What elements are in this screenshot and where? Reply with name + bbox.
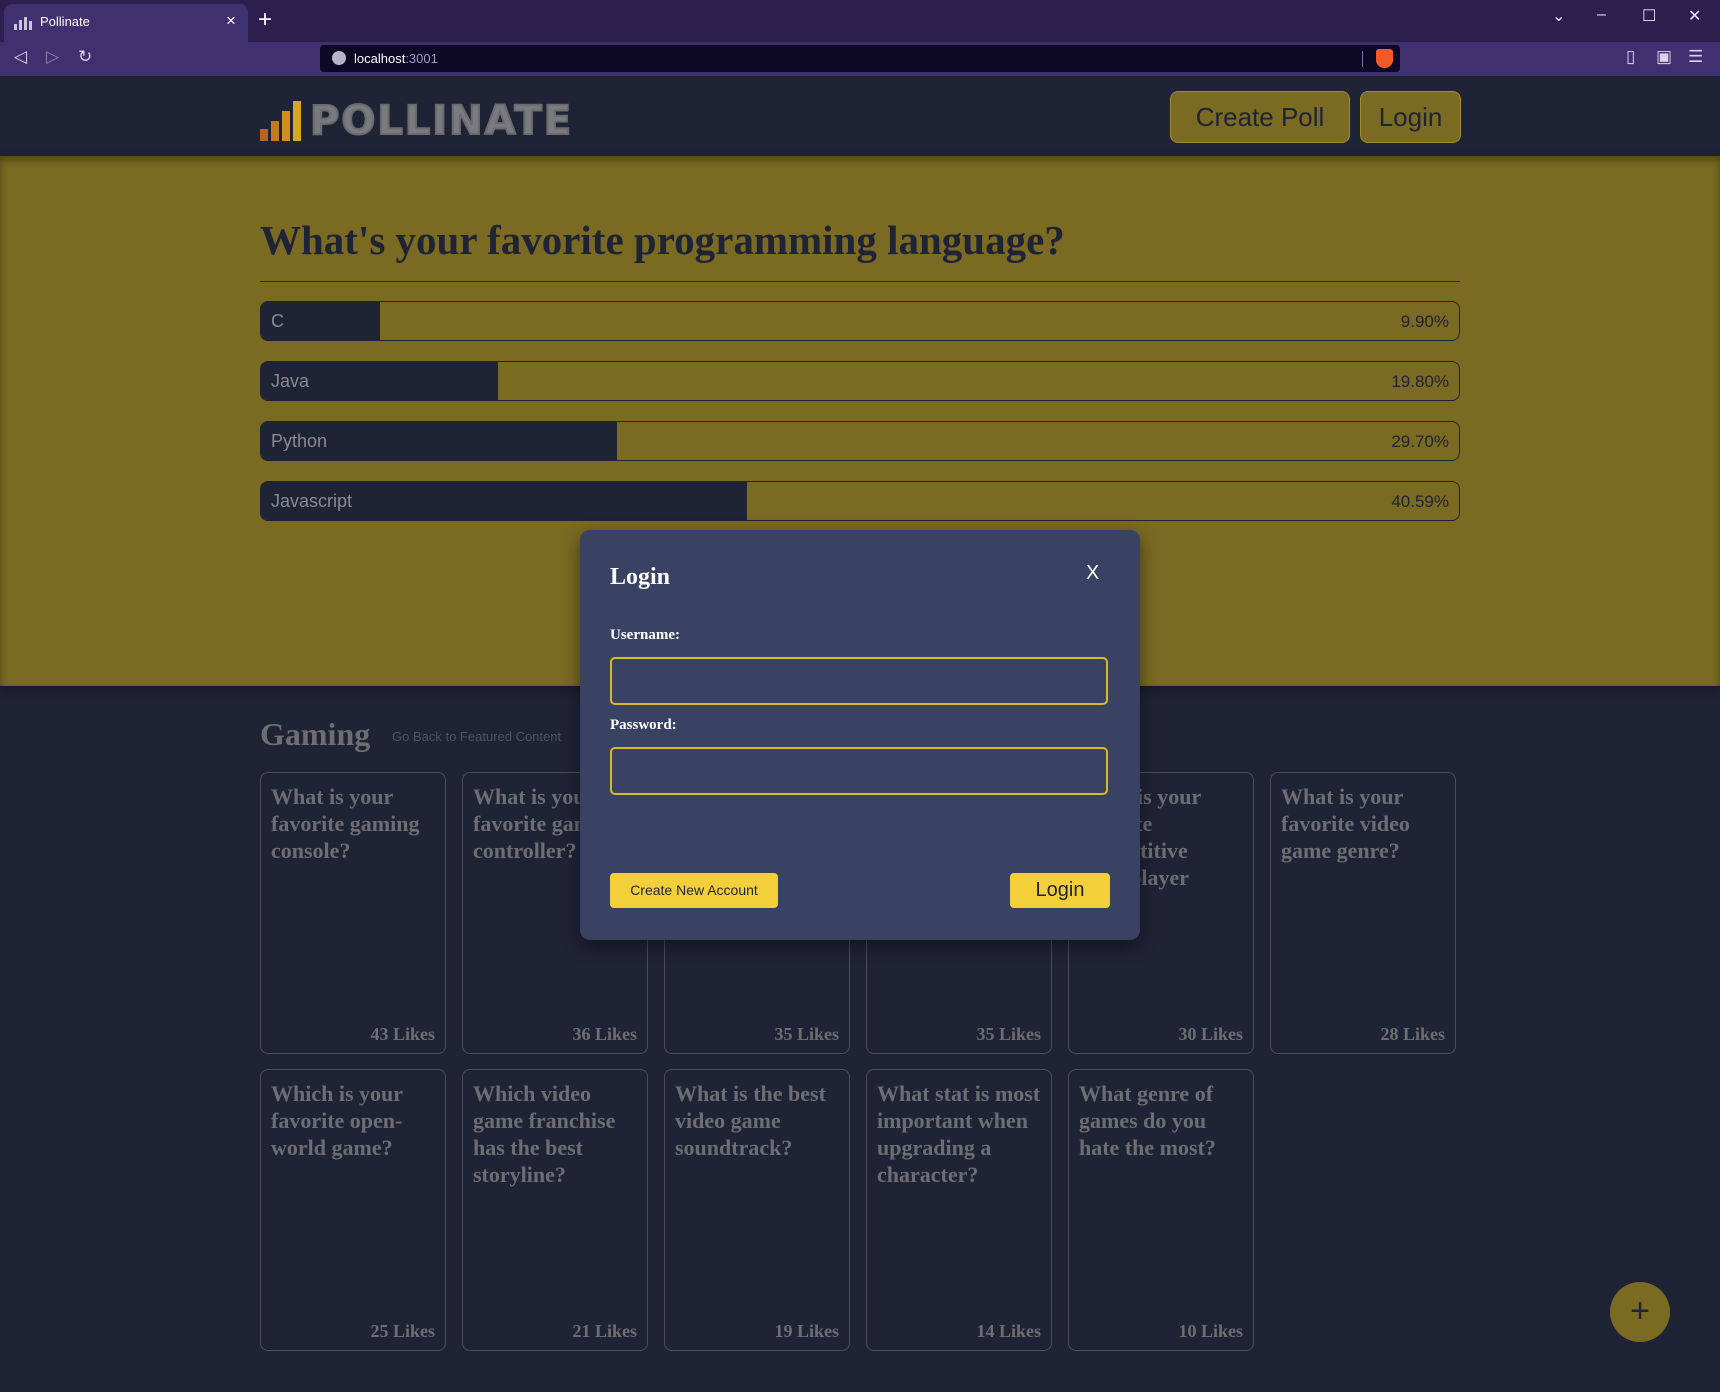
poll-card[interactable]: What genre of games do you hate the most… [1068, 1069, 1254, 1351]
poll-card-likes: 25 Likes [370, 1321, 435, 1341]
username-label: Username: [610, 627, 680, 643]
tab-title: Pollinate [40, 14, 90, 29]
address-bar[interactable]: localhost:3001 [320, 45, 1400, 72]
poll-card[interactable]: What is your favorite gaming console? 43 … [260, 772, 446, 1054]
add-poll-fab-button[interactable]: + [1610, 1282, 1670, 1342]
poll-option-percent: 40.59% [1391, 492, 1449, 511]
modal-title: Login [610, 564, 671, 590]
poll-card[interactable]: Which is your favorite open-world game? 2… [260, 1069, 446, 1351]
poll-card[interactable]: What is the best video game soundtrack? 1… [664, 1069, 850, 1351]
tab-search-chevron-down-icon[interactable]: ⌄ [1552, 6, 1565, 26]
forward-icon[interactable]: ▷ [46, 47, 59, 67]
poll-question: What's your favorite programming languag… [260, 217, 1065, 263]
password-label: Password: [610, 717, 677, 733]
poll-card-likes: 28 Likes [1380, 1024, 1445, 1044]
maximize-icon[interactable]: ☐ [1642, 6, 1656, 26]
minimize-icon[interactable]: – [1597, 6, 1606, 24]
browser-tab[interactable]: Pollinate × [4, 4, 248, 42]
poll-card-question: Which is your favorite open-world game? [271, 1081, 403, 1160]
poll-card-likes: 36 Likes [572, 1024, 637, 1044]
wallet-icon[interactable]: ▣ [1656, 47, 1672, 67]
poll-card-question: What genre of games do you hate the most… [1079, 1081, 1216, 1160]
sidebar-icon[interactable]: ▯ [1626, 47, 1635, 67]
poll-option-percent: 29.70% [1391, 432, 1449, 451]
poll-card[interactable]: Which video game franchise has the best … [462, 1069, 648, 1351]
back-to-featured-link[interactable]: Go Back to Featured Content [392, 729, 561, 744]
poll-card[interactable]: What stat is most important when upgradi… [866, 1069, 1052, 1351]
poll-card-likes: 21 Likes [572, 1321, 637, 1341]
poll-card-likes: 19 Likes [774, 1321, 839, 1341]
poll-card-likes: 35 Likes [976, 1024, 1041, 1044]
poll-option[interactable]: C 9.90% [260, 301, 1460, 341]
poll-card-question: What stat is most important when upgradi… [877, 1081, 1041, 1187]
browser-toolbar: ◁ ▷ ↻ localhost:3001 ▯ ▣ ☰ [0, 42, 1720, 76]
back-icon[interactable]: ◁ [14, 47, 27, 67]
category-title: Gaming [260, 716, 371, 752]
create-account-button[interactable]: Create New Account [610, 873, 778, 908]
poll-card-likes: 43 Likes [370, 1024, 435, 1044]
poll-option[interactable]: Javascript 40.59% [260, 481, 1460, 521]
poll-card-likes: 35 Likes [774, 1024, 839, 1044]
browser-tab-strip: Pollinate × + ⌄ – ☐ ✕ [0, 0, 1720, 42]
header-login-button[interactable]: Login [1360, 91, 1461, 143]
password-input[interactable] [610, 747, 1108, 795]
username-input[interactable] [610, 657, 1108, 705]
poll-card-likes: 10 Likes [1178, 1321, 1243, 1341]
modal-login-button[interactable]: Login [1010, 873, 1110, 908]
poll-option[interactable]: Java 19.80% [260, 361, 1460, 401]
poll-option-label: C [271, 311, 284, 331]
new-tab-icon[interactable]: + [258, 6, 272, 34]
logo-wordmark[interactable]: POLLINATE [309, 97, 573, 145]
poll-option[interactable]: Python 29.70% [260, 421, 1460, 461]
pollinate-favicon-icon [14, 17, 32, 30]
poll-option-percent: 19.80% [1391, 372, 1449, 391]
close-window-icon[interactable]: ✕ [1688, 6, 1701, 26]
poll-option-percent: 9.90% [1400, 312, 1449, 331]
poll-option-label: Python [271, 431, 328, 451]
poll-card-question: What is your favorite gaming console? [271, 784, 420, 863]
poll-option-label: Javascript [271, 491, 353, 511]
poll-card-likes: 14 Likes [976, 1321, 1041, 1341]
poll-card-question: Which video game franchise has the best … [473, 1081, 616, 1187]
poll-card[interactable]: What is your favorite video game genre? 2… [1270, 772, 1456, 1054]
menu-icon[interactable]: ☰ [1688, 47, 1703, 67]
address-bar-divider [1362, 51, 1363, 67]
poll-card-likes: 30 Likes [1178, 1024, 1243, 1044]
poll-card-question: What is your favorite video game genre? [1281, 784, 1410, 863]
reload-icon[interactable]: ↻ [78, 47, 92, 67]
modal-close-button[interactable]: X [1086, 562, 1099, 585]
divider [260, 281, 1460, 282]
poll-card-question: What is the best video game soundtrack? [675, 1081, 826, 1160]
create-poll-button[interactable]: Create Poll [1170, 91, 1350, 143]
login-modal: Login X Username: Password: Create New A… [580, 530, 1140, 940]
poll-option-label: Java [271, 371, 310, 391]
site-info-icon[interactable] [332, 51, 346, 65]
brave-shields-icon[interactable] [1376, 49, 1393, 68]
logo-bars-icon [260, 101, 301, 141]
tab-close-icon[interactable]: × [226, 11, 236, 31]
url-text: localhost:3001 [354, 51, 438, 66]
